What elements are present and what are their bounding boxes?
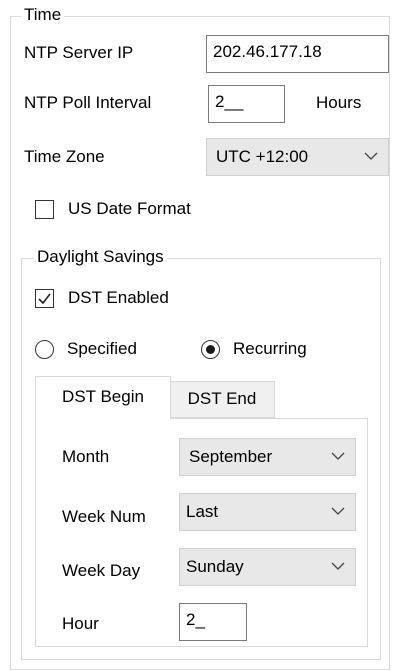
hour-label: Hour (62, 614, 99, 633)
week-num-label: Week Num (62, 507, 146, 526)
tab-dst-end[interactable]: DST End (170, 381, 275, 418)
ntp-server-ip-label: NTP Server IP (24, 43, 134, 62)
time-zone-value: UTC +12:00 (216, 147, 309, 166)
chevron-down-icon (331, 452, 345, 460)
week-day-select[interactable]: Sunday (179, 548, 356, 586)
ntp-poll-interval-unit: Hours (316, 93, 362, 112)
dst-enabled-checkbox[interactable] (35, 289, 54, 308)
ntp-poll-interval-input[interactable]: 2__ (208, 85, 285, 123)
checkmark-icon (38, 293, 51, 305)
time-group-legend: Time (21, 5, 65, 25)
week-num-select[interactable]: Last (179, 493, 356, 531)
us-date-format-label: US Date Format (68, 199, 191, 218)
ntp-poll-interval-label: NTP Poll Interval (24, 93, 152, 112)
week-num-value: Last (186, 502, 219, 521)
recurring-label: Recurring (233, 339, 307, 358)
month-label: Month (62, 447, 110, 466)
tab-dst-begin-label: DST Begin (62, 387, 144, 406)
daylight-savings-legend: Daylight Savings (34, 247, 167, 267)
chevron-down-icon (331, 507, 345, 515)
us-date-format-checkbox[interactable] (35, 200, 54, 219)
week-day-label: Week Day (62, 561, 141, 580)
ntp-server-ip-input[interactable]: 202.46.177.18 (206, 35, 389, 73)
time-zone-select[interactable]: UTC +12:00 (206, 138, 389, 176)
tab-dst-begin[interactable]: DST Begin (35, 376, 171, 419)
hour-input[interactable]: 2_ (179, 603, 247, 641)
month-select[interactable]: September (179, 438, 356, 476)
chevron-down-icon (364, 152, 378, 160)
recurring-radio[interactable] (201, 340, 220, 359)
dst-enabled-label: DST Enabled (68, 288, 169, 307)
time-zone-label: Time Zone (24, 147, 105, 166)
month-value: September (189, 447, 273, 466)
specified-label: Specified (67, 339, 137, 358)
chevron-down-icon (331, 562, 345, 570)
specified-radio[interactable] (35, 340, 54, 359)
tab-dst-end-label: DST End (187, 389, 257, 408)
week-day-value: Sunday (186, 557, 244, 576)
recurring-radio-dot (206, 345, 215, 354)
